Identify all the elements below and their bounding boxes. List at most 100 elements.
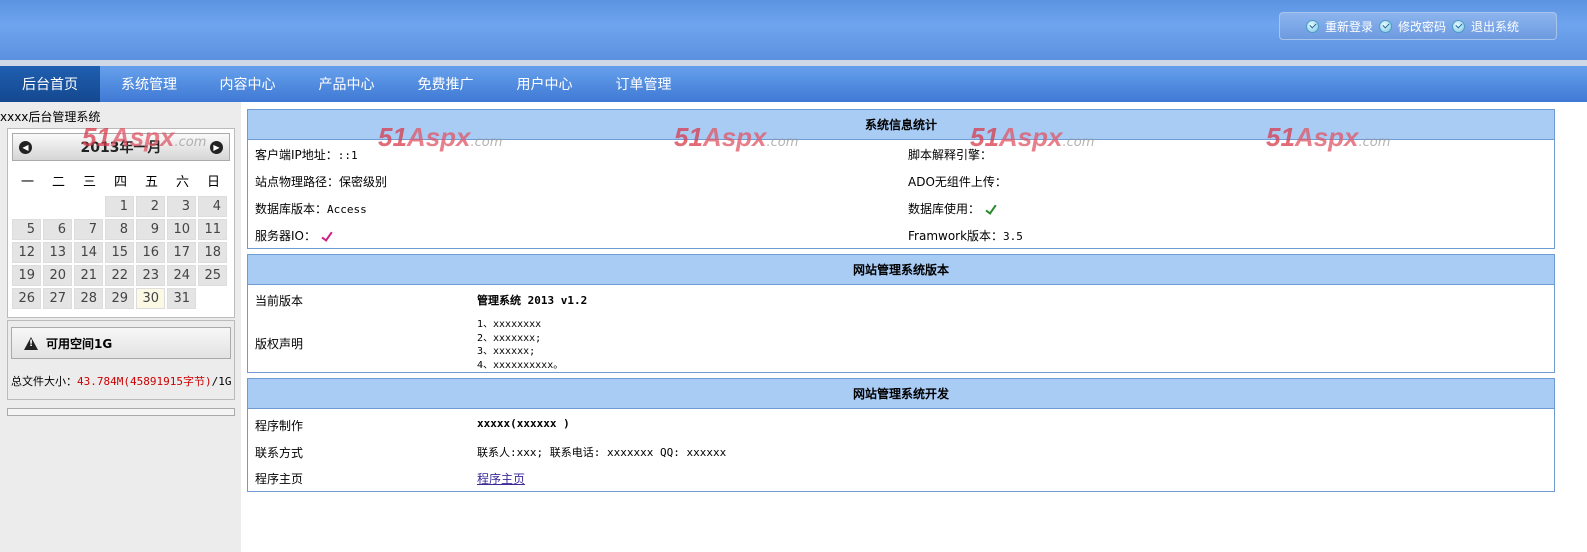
developer-title: 网站管理系统开发: [248, 379, 1554, 409]
file-size-info: 总文件大小：43.784M(45891915字节)/1G: [11, 373, 231, 389]
calendar-day[interactable]: 7: [74, 219, 103, 240]
ado-upload-row: ADO无组件上传：: [908, 173, 1007, 190]
copyright-line: 4、xxxxxxxxxx。: [477, 359, 564, 371]
copyright-label: 版权声明: [255, 337, 304, 351]
weekday-label: 日: [206, 175, 220, 190]
client-ip-label: 客户端IP地址：: [255, 148, 338, 162]
nav-orders-label: 订单管理: [615, 77, 672, 93]
calendar-day[interactable]: 31: [167, 288, 196, 309]
calendar-day[interactable]: 9: [136, 219, 165, 240]
maker-value: xxxxx(xxxxxx ): [477, 417, 570, 430]
current-version-label: 当前版本: [255, 294, 304, 308]
contact-value: 联系人:xxx; 联系电话: xxxxxxx QQ: xxxxxx: [477, 446, 727, 459]
framework-row: Framwork版本：3.5: [908, 227, 1023, 244]
nav-home[interactable]: 后台首页: [0, 66, 100, 102]
calendar-day[interactable]: 21: [74, 265, 103, 286]
calendar-day[interactable]: 16: [136, 242, 165, 263]
calendar-weekdays: 一二三四五六日: [12, 171, 230, 190]
version-panel: 网站管理系统版本: [247, 254, 1555, 373]
calendar-day[interactable]: 22: [105, 265, 134, 286]
copyright-list: 1、xxxxxxxx 2、xxxxxxx; 3、xxxxxx; 4、xxxxxx…: [477, 318, 563, 372]
calendar-day[interactable]: 3: [167, 196, 196, 217]
top-links-bar: 重新登录 修改密码 退出系统: [1279, 12, 1557, 40]
calendar: ◀ 2013年一月 ▶ 一二三四五六日 1 2 3 4 5 6 7 8 9 10 11 12 13 14 1…: [7, 128, 235, 318]
prev-month-icon[interactable]: ◀: [19, 140, 32, 154]
calendar-empty-cell: [74, 196, 103, 217]
client-ip-row: 客户端IP地址：::1: [255, 146, 358, 163]
calendar-empty-cell: [198, 288, 227, 309]
relogin-label: 重新登录: [1325, 19, 1374, 34]
nav-users[interactable]: 用户中心: [495, 66, 594, 102]
change-password-label: 修改密码: [1398, 19, 1447, 34]
calendar-day[interactable]: 29: [105, 288, 134, 309]
calendar-day[interactable]: 17: [167, 242, 196, 263]
calendar-day[interactable]: 24: [167, 265, 196, 286]
script-engine-row: 脚本解释引擎：: [908, 146, 992, 163]
check-circle-icon: [1379, 19, 1393, 33]
space-box: 可用空间1G 总文件大小：43.784M(45891915字节)/1G: [7, 320, 235, 400]
copyright-line: 1、xxxxxxxx: [477, 319, 542, 330]
homepage-label: 程序主页: [255, 472, 304, 486]
calendar-day[interactable]: 12: [12, 242, 41, 263]
system-stats-title: 系统信息统计: [248, 110, 1554, 140]
db-use-label: 数据库使用：: [908, 202, 981, 216]
nav-orders[interactable]: 订单管理: [594, 66, 693, 102]
calendar-day[interactable]: 11: [198, 219, 227, 240]
calendar-day[interactable]: 27: [43, 288, 72, 309]
copyright-line: 3、xxxxxx;: [477, 346, 536, 357]
calendar-day[interactable]: 4: [198, 196, 227, 217]
check-circle-icon: [1306, 19, 1319, 33]
nav-system[interactable]: 系统管理: [100, 66, 198, 102]
calendar-day[interactable]: 8: [105, 219, 134, 240]
calendar-header: ◀ 2013年一月 ▶: [12, 133, 230, 161]
calendar-day[interactable]: 15: [105, 242, 134, 263]
calendar-day[interactable]: 1: [105, 196, 134, 217]
calendar-day[interactable]: 14: [74, 242, 103, 263]
nav-users-label: 用户中心: [516, 77, 573, 93]
nav-content[interactable]: 内容中心: [198, 66, 297, 102]
calendar-day[interactable]: 18: [198, 242, 227, 263]
db-version-value: Access: [327, 203, 367, 216]
calendar-day[interactable]: 5: [12, 219, 41, 240]
file-size-value: 43.784M(45891915字节): [77, 375, 212, 388]
copyright-line: 2、xxxxxxx;: [477, 332, 542, 344]
calendar-day[interactable]: 26: [12, 288, 41, 309]
client-ip-value: ::1: [337, 149, 358, 162]
logout-link[interactable]: 退出系统: [1452, 18, 1519, 35]
current-version-value: 管理系统 2013 v1.2: [477, 294, 588, 307]
nav-content-label: 内容中心: [219, 77, 276, 93]
site-path-label: 站点物理路径：: [255, 175, 340, 189]
calendar-day[interactable]: 10: [167, 219, 196, 240]
nav-home-label: 后台首页: [22, 77, 78, 93]
weekday-label: 五: [144, 175, 158, 190]
calendar-day[interactable]: 13: [43, 242, 72, 263]
calendar-day[interactable]: 2: [136, 196, 165, 217]
site-path-value: 保密级别: [339, 175, 388, 189]
server-io-label: 服务器IO：: [255, 229, 316, 243]
top-header: 重新登录 修改密码 退出系统: [0, 0, 1587, 62]
weekday-label: 一: [20, 175, 34, 190]
next-month-icon[interactable]: ▶: [210, 140, 223, 154]
warning-icon: [24, 336, 38, 350]
framework-label: Framwork版本：: [908, 229, 1004, 243]
calendar-empty-cell: [43, 196, 72, 217]
relogin-link[interactable]: 重新登录: [1306, 18, 1373, 35]
calendar-day[interactable]: 20: [43, 265, 72, 286]
calendar-title: 2013年一月: [80, 140, 162, 156]
calendar-day[interactable]: 23: [136, 265, 165, 286]
db-version-row: 数据库版本：Access: [255, 200, 367, 217]
calendar-day[interactable]: 19: [12, 265, 41, 286]
nav-promotion[interactable]: 免费推广: [396, 66, 495, 102]
nav-product[interactable]: 产品中心: [297, 66, 396, 102]
calendar-day[interactable]: 28: [74, 288, 103, 309]
sidebar-progress-bar: [7, 408, 235, 416]
weekday-label: 四: [113, 175, 127, 190]
calendar-day[interactable]: 30: [136, 288, 165, 309]
calendar-day[interactable]: 6: [43, 219, 72, 240]
script-engine-label: 脚本解释引擎：: [908, 148, 993, 162]
calendar-day[interactable]: 25: [198, 265, 227, 286]
ado-upload-label: ADO无组件上传：: [908, 175, 1007, 189]
change-password-link[interactable]: 修改密码: [1379, 18, 1446, 35]
homepage-link[interactable]: 程序主页: [477, 470, 525, 487]
nav-product-label: 产品中心: [318, 77, 375, 93]
